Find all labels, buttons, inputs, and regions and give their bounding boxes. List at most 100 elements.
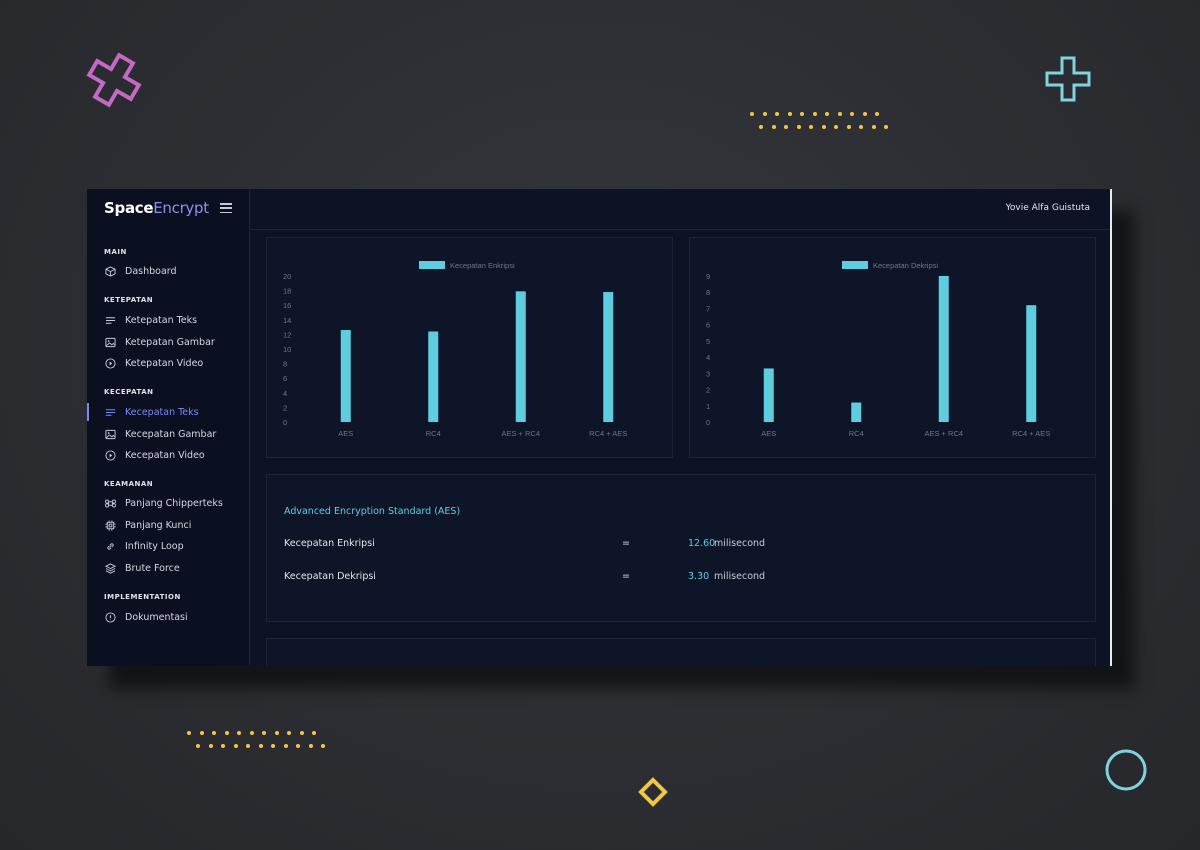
play-circle-icon [104,449,116,461]
dots-decoration-bottom [187,731,337,751]
app-window: SpaceEncrypt MAIN Dashboard KETEPATAN Ke… [87,189,1112,666]
section-title-keamanan: KEAMANAN [104,480,154,488]
legend-label: Kecepatan Dekripsi [873,261,938,270]
legend-label: Kecepatan Enkripsi [450,261,515,270]
yellow-diamond-decoration [638,777,668,807]
legend: Kecepatan Enkripsi [419,261,515,270]
bar-chart-dekripsi: Kecepatan Dekripsi 0 1 2 3 4 5 6 7 8 9 AES RC4 AES + … [706,261,1050,438]
sidebar-item-dashboard[interactable]: Dashboard [87,262,249,280]
y-tick-label: 4 [706,353,710,362]
sidebar-item-kecepatan-video[interactable]: Kecepatan Video [87,446,249,464]
sidebar: SpaceEncrypt MAIN Dashboard KETEPATAN Ke… [87,189,250,666]
y-tick-label: 3 [706,369,710,378]
sidebar-item-infinity-loop[interactable]: Infinity Loop [87,537,249,555]
sidebar-item-label: Infinity Loop [125,540,184,552]
info-row-unit: milisecond [714,538,766,549]
next-info-card [266,638,1096,666]
sidebar-item-ketepatan-teks[interactable]: Ketepatan Teks [87,311,249,329]
y-tick-label: 6 [706,321,710,330]
brand-bold-text: Space [104,199,154,217]
link-icon [104,540,116,552]
sidebar-item-ketepatan-video[interactable]: Ketepatan Video [87,354,249,372]
sidebar-item-label: Kecepatan Video [125,449,205,461]
sidebar-item-panjang-kunci[interactable]: Panjang Kunci [87,516,249,534]
sidebar-item-label: Dashboard [125,265,177,277]
sidebar-item-brute-force[interactable]: Brute Force [87,559,249,577]
hamburger-menu-icon[interactable] [220,203,232,214]
info-row-value: 12.60 [688,538,716,549]
sidebar-item-label: Kecepatan Teks [125,406,199,418]
user-name[interactable]: Yovie Alfa Guistuta [1006,203,1090,213]
bar[interactable] [603,292,614,422]
bar[interactable] [938,276,949,422]
info-row-enkripsi: Kecepatan Enkripsi = 12.60 milisecond [284,538,1084,552]
x-tick-label: AES [761,429,776,438]
chart-card-dekripsi: Kecepatan Dekripsi 0 1 2 3 4 5 6 7 8 9 AES RC4 AES + … [689,237,1096,458]
sidebar-item-label: Brute Force [125,562,180,574]
pink-cross-decoration [86,52,142,108]
y-tick-label: 10 [283,345,291,354]
x-tick-label: AES + RC4 [924,429,963,438]
x-tick-label: AES [338,429,353,438]
sidebar-item-dokumentasi[interactable]: Dokumentasi [87,608,249,626]
aes-info-card: Advanced Encryption Standard (AES) Kecep… [266,474,1096,622]
y-tick-label: 8 [706,288,710,297]
y-tick-label: 9 [706,272,710,281]
y-tick-label: 20 [283,272,291,281]
legend: Kecepatan Dekripsi [842,261,938,270]
cpu-icon [104,519,116,531]
y-tick-label: 18 [283,287,291,296]
sidebar-item-label: Panjang Chipperteks [125,497,223,509]
y-tick-label: 2 [706,386,710,395]
y-tick-label: 16 [283,301,291,310]
bar[interactable] [851,402,862,422]
bar[interactable] [763,368,774,422]
info-row-equals: = [622,538,630,549]
brand-light-text: Encrypt [153,199,209,217]
y-tick-label: 0 [706,418,710,427]
sidebar-item-panjang-chipperteks[interactable]: Panjang Chipperteks [87,494,249,512]
y-tick-label: 2 [283,403,287,412]
aes-info-title: Advanced Encryption Standard (AES) [284,506,461,517]
bar[interactable] [340,330,351,422]
section-title-ketepatan: KETEPATAN [104,296,154,304]
sidebar-item-label: Kecepatan Gambar [125,428,217,440]
x-tick-label: RC4 [426,429,441,438]
bar[interactable] [1026,305,1037,422]
info-row-dekripsi: Kecepatan Dekripsi = 3.30 milisecond [284,571,1084,585]
y-tick-label: 5 [706,337,710,346]
teal-circle-decoration [1105,749,1147,791]
y-tick-label: 14 [283,316,291,325]
sidebar-item-kecepatan-teks[interactable]: Kecepatan Teks [87,403,249,421]
chart-card-enkripsi: Kecepatan Enkripsi 0 2 4 6 8 10 12 14 16 18 20 AES RC… [266,237,673,458]
x-tick-label: AES + RC4 [501,429,540,438]
bar[interactable] [428,331,439,422]
sidebar-item-label: Ketepatan Gambar [125,336,215,348]
x-tick-label: RC4 [849,429,864,438]
teal-cross-decoration [1045,56,1091,102]
info-row-label: Kecepatan Dekripsi [284,571,376,582]
cube-icon [104,265,116,277]
y-tick-label: 4 [283,389,287,398]
info-row-value: 3.30 [688,571,710,582]
command-icon [104,497,116,509]
text-lines-icon [104,314,116,326]
sidebar-item-kecepatan-gambar[interactable]: Kecepatan Gambar [87,425,249,443]
x-tick-label: RC4 + AES [1012,429,1050,438]
x-tick-label: RC4 + AES [589,429,627,438]
image-icon [104,336,116,348]
legend-swatch [419,261,445,269]
info-row-equals: = [622,571,630,582]
dots-decoration-top [750,112,900,132]
section-title-kecepatan: KECEPATAN [104,388,154,396]
bar[interactable] [515,291,526,422]
y-tick-label: 1 [706,402,710,411]
y-tick-label: 7 [706,304,710,313]
sidebar-item-label: Panjang Kunci [125,519,192,531]
brand-logo[interactable]: SpaceEncrypt [104,199,209,217]
sidebar-item-ketepatan-gambar[interactable]: Ketepatan Gambar [87,333,249,351]
info-row-unit: milisecond [714,571,766,582]
y-tick-label: 8 [283,360,287,369]
sidebar-item-label: Dokumentasi [125,611,188,623]
layers-icon [104,562,116,574]
